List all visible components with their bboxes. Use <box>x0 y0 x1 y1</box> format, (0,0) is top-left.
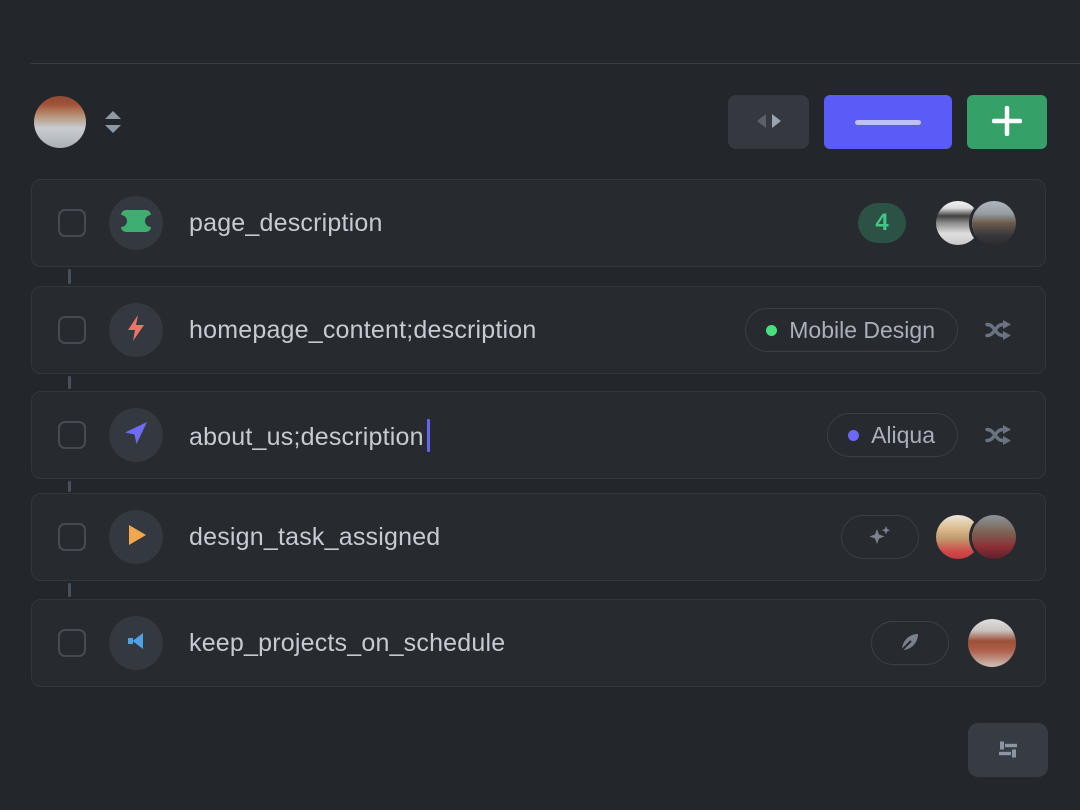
horizontal-resize-icon <box>754 108 784 137</box>
task-checkbox[interactable] <box>58 316 86 344</box>
sort-arrows-icon[interactable] <box>101 108 125 136</box>
tag-label: Mobile Design <box>789 317 935 344</box>
tag-dot <box>848 430 859 441</box>
settings-button[interactable] <box>968 723 1048 777</box>
shuffle-icon[interactable] <box>982 313 1016 347</box>
header-divider <box>31 63 1080 64</box>
assignee-avatars <box>936 515 1016 559</box>
task-row[interactable]: page_description 4 <box>31 179 1046 267</box>
tag-pill[interactable]: Aliqua <box>827 413 958 457</box>
leaf-icon <box>897 629 923 658</box>
task-list-panel: page_description 4 homepage_content;desc… <box>0 0 1080 810</box>
task-title[interactable]: homepage_content;description <box>189 316 537 345</box>
sliders-icon <box>993 737 1023 764</box>
avatar[interactable] <box>972 201 1016 245</box>
tag-pill[interactable]: Mobile Design <box>745 308 958 352</box>
task-row[interactable]: design_task_assigned <box>31 493 1046 581</box>
expand-button[interactable] <box>728 95 809 149</box>
task-title[interactable]: design_task_assigned <box>189 523 440 552</box>
task-row[interactable]: about_us;description Aliqua <box>31 391 1046 479</box>
text-caret <box>427 419 430 452</box>
leaf-button[interactable] <box>871 621 949 665</box>
task-icon-circle <box>109 408 163 462</box>
row-connector <box>68 269 71 284</box>
row-connector <box>68 376 71 389</box>
task-checkbox[interactable] <box>58 209 86 237</box>
ticket-icon <box>119 208 153 239</box>
task-title[interactable]: page_description <box>189 209 383 238</box>
task-title[interactable]: keep_projects_on_schedule <box>189 629 505 658</box>
task-icon-circle <box>109 196 163 250</box>
tag-dot <box>766 325 777 336</box>
add-button[interactable] <box>967 95 1047 149</box>
avatar[interactable] <box>34 96 86 148</box>
task-icon-circle <box>109 616 163 670</box>
task-checkbox[interactable] <box>58 629 86 657</box>
speaker-icon <box>124 629 148 658</box>
task-title-editing[interactable]: about_us;description <box>189 419 430 452</box>
count-badge[interactable]: 4 <box>858 203 906 243</box>
sparkles-icon <box>867 523 893 552</box>
row-connector <box>68 481 71 492</box>
tag-label: Aliqua <box>871 422 935 449</box>
task-row[interactable]: keep_projects_on_schedule <box>31 599 1046 687</box>
task-icon-circle <box>109 303 163 357</box>
button-line-decoration <box>855 120 921 125</box>
send-icon <box>122 419 150 452</box>
task-icon-circle <box>109 510 163 564</box>
assignee-avatars <box>936 201 1016 245</box>
play-icon <box>124 522 148 553</box>
task-checkbox[interactable] <box>58 523 86 551</box>
primary-button[interactable] <box>824 95 952 149</box>
task-checkbox[interactable] <box>58 421 86 449</box>
task-row[interactable]: homepage_content;description Mobile Desi… <box>31 286 1046 374</box>
sparkles-button[interactable] <box>841 515 919 559</box>
plus-icon <box>992 106 1022 139</box>
shuffle-icon[interactable] <box>982 418 1016 452</box>
avatar[interactable] <box>968 619 1016 667</box>
avatar[interactable] <box>972 515 1016 559</box>
lightning-icon <box>124 314 148 347</box>
row-connector <box>68 583 71 597</box>
